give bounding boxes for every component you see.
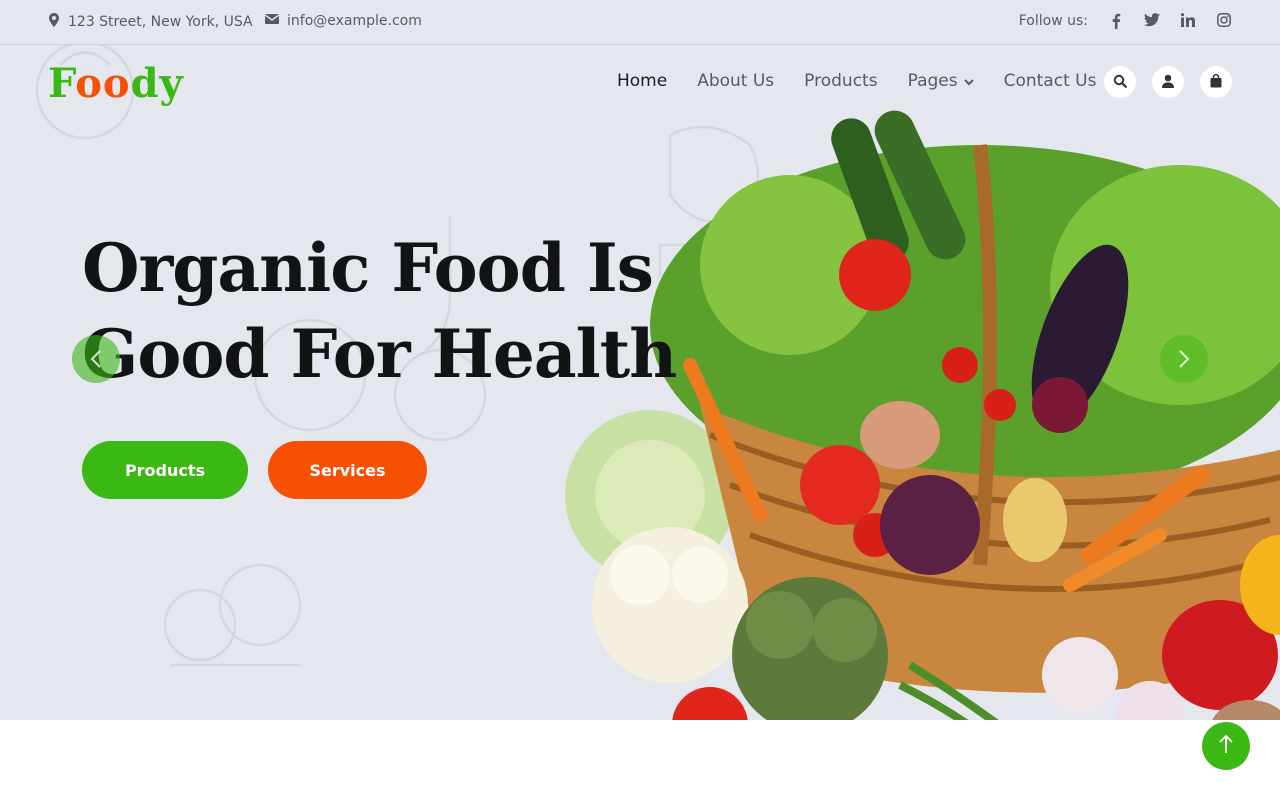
carousel-prev-button[interactable] (72, 335, 120, 383)
chevron-left-icon (90, 350, 101, 368)
follow-label: Follow us: (1018, 13, 1088, 29)
user-icon (1162, 73, 1174, 92)
hero-title: Organic Food Is Good For Health (82, 225, 677, 397)
carousel-next-button[interactable] (1160, 335, 1208, 383)
hero-title-line-1: Organic Food Is (82, 229, 654, 307)
services-button[interactable]: Services (268, 441, 427, 499)
chevron-right-icon (1179, 350, 1190, 368)
nav-item-contact-us[interactable]: Contact Us (1004, 71, 1097, 91)
hero-title-line-2: Good For Health (82, 315, 677, 393)
instagram-icon[interactable] (1216, 13, 1232, 29)
chevron-down-icon (963, 71, 974, 91)
logo[interactable]: Foody (48, 60, 184, 107)
shopping-bag-icon (1210, 73, 1222, 92)
products-button[interactable]: Products (82, 441, 248, 499)
back-to-top-button[interactable] (1202, 722, 1250, 770)
top-bar: 123 Street, New York, USA info@example.c… (0, 0, 1280, 45)
main-nav: Home About Us Products Pages Contact Us (617, 71, 1096, 91)
user-button[interactable] (1152, 66, 1184, 98)
map-pin-icon (48, 13, 60, 31)
arrow-up-icon (1218, 734, 1234, 758)
nav-item-products[interactable]: Products (804, 71, 877, 91)
search-icon (1113, 73, 1127, 92)
email[interactable]: info@example.com (264, 13, 422, 29)
social-links: Follow us: (1019, 13, 1232, 29)
facebook-icon[interactable] (1108, 13, 1124, 29)
address-text: 123 Street, New York, USA (68, 14, 253, 30)
vegetable-basket-image (565, 110, 1280, 720)
cart-button[interactable] (1200, 66, 1232, 98)
hero-section: Foody Home About Us Products Pages Conta… (0, 45, 1280, 720)
search-button[interactable] (1104, 66, 1136, 98)
nav-item-pages[interactable]: Pages (908, 71, 974, 91)
linkedin-icon[interactable] (1180, 13, 1196, 29)
twitter-icon[interactable] (1144, 13, 1160, 29)
nav-item-about-us[interactable]: About Us (697, 71, 774, 91)
email-text[interactable]: info@example.com (287, 13, 422, 29)
address: 123 Street, New York, USA (48, 13, 253, 31)
nav-item-home[interactable]: Home (617, 71, 667, 91)
envelope-icon (264, 13, 280, 29)
